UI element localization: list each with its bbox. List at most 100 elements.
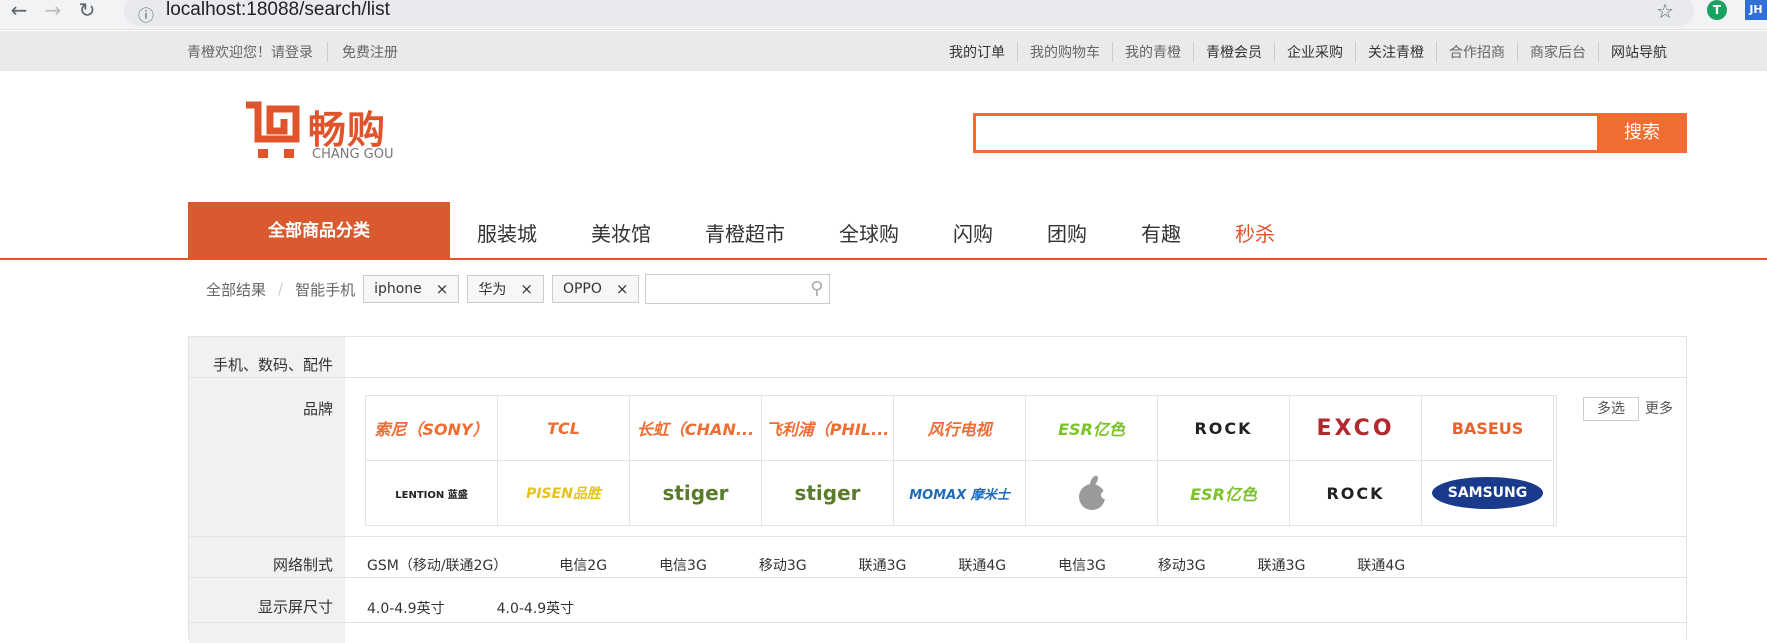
brand-item[interactable]: 长虹（CHAN...	[630, 396, 762, 461]
filter-tag-oppo: OPPO ×	[551, 275, 640, 303]
network-option[interactable]: 电信3G	[659, 555, 707, 575]
search-box: 搜索	[973, 113, 1687, 153]
nav-item-supermarket[interactable]: 青橙超市	[705, 218, 785, 247]
filter-tag-label: iphone	[374, 281, 422, 297]
bookmark-star-icon[interactable]: ☆	[1656, 0, 1674, 23]
login-link[interactable]: 青橙欢迎您！请登录	[187, 42, 327, 62]
top-link-cart[interactable]: 我的购物车	[1017, 42, 1112, 62]
cart-logo-icon	[246, 101, 300, 158]
network-label: 网络制式	[189, 537, 345, 577]
close-icon[interactable]: ×	[616, 280, 629, 298]
more-button[interactable]: 更多	[1645, 398, 1673, 418]
close-icon[interactable]: ×	[436, 280, 449, 298]
nav-item-group[interactable]: 团购	[1047, 218, 1087, 247]
screen-option[interactable]: 4.0-4.9英寸	[367, 598, 445, 618]
brand-item[interactable]: SAMSUNG	[1422, 461, 1554, 526]
brand-item[interactable]: stiger	[762, 461, 894, 526]
top-link-member[interactable]: 青橙会员	[1193, 42, 1274, 62]
network-option[interactable]: 联通3G	[859, 555, 907, 575]
brand-item[interactable]: 索尼（SONY）	[366, 396, 498, 461]
url-text: localhost:18088/search/list	[166, 0, 390, 20]
apple-logo-icon	[1078, 475, 1107, 510]
top-links-bar: 青橙欢迎您！请登录 免费注册 我的订单 我的购物车 我的青橙 青橙会员 企业采购…	[0, 31, 1767, 71]
forward-icon[interactable]: →	[40, 0, 66, 26]
close-icon[interactable]: ×	[520, 280, 533, 298]
network-option[interactable]: GSM（移动/联通2G）	[367, 555, 507, 575]
breadcrumb-root[interactable]: 全部结果	[206, 279, 266, 300]
extension-icon[interactable]: JH	[1745, 0, 1767, 20]
brand-item[interactable]: ROCK	[1290, 461, 1422, 526]
nav-item-fun[interactable]: 有趣	[1141, 218, 1181, 247]
filter-row-screen: 显示屏尺寸 4.0-4.9英寸 4.0-4.9英寸	[189, 578, 1686, 623]
filter-tag-iphone: iphone ×	[363, 275, 460, 303]
top-link-my[interactable]: 我的青橙	[1112, 42, 1193, 62]
filter-row-next	[189, 623, 1686, 643]
search-button[interactable]: 搜索	[1597, 113, 1687, 153]
screen-label: 显示屏尺寸	[189, 578, 345, 622]
brand-grid: 索尼（SONY） TCL 长虹（CHAN... 飞利浦（PHIL... 风行电视…	[365, 395, 1557, 526]
top-link-enterprise[interactable]: 企业采购	[1274, 42, 1355, 62]
brand-item[interactable]: PISEN品胜	[498, 461, 630, 526]
brand-item[interactable]: LENTION 蓝盛	[366, 461, 498, 526]
browser-toolbar: ← → ↻ ⓘ localhost:18088/search/list ☆ T …	[0, 0, 1767, 30]
site-logo[interactable]: 畅购 CHANG GOU	[244, 99, 404, 163]
nav-item-seckill[interactable]: 秒杀	[1235, 218, 1275, 247]
breadcrumb-separator: /	[278, 280, 284, 298]
brand-item[interactable]: stiger	[630, 461, 762, 526]
refine-search-input[interactable]: ⚲	[645, 274, 831, 304]
top-link-sitemap[interactable]: 网站导航	[1598, 42, 1679, 62]
extension-shield-icon[interactable]: T	[1707, 0, 1727, 20]
multi-select-button[interactable]: 多选	[1583, 397, 1639, 421]
nav-item-global[interactable]: 全球购	[839, 218, 899, 247]
nav-item-flash[interactable]: 闪购	[953, 218, 993, 247]
filter-tag-label: OPPO	[562, 281, 602, 297]
filter-row-category: 手机、数码、配件	[189, 337, 1686, 378]
category-nav: 全部商品分类 服装城 美妆馆 青橙超市 全球购 闪购 团购 有趣 秒杀	[0, 202, 1767, 260]
network-option[interactable]: 移动3G	[759, 555, 807, 575]
network-option[interactable]: 移动3G	[1158, 555, 1206, 575]
address-bar[interactable]: ⓘ localhost:18088/search/list ☆	[124, 0, 1694, 26]
filter-tag-label: 华为	[478, 282, 507, 298]
logo-text-en: CHANG GOU	[312, 147, 394, 162]
network-option[interactable]: 电信3G	[1058, 555, 1106, 575]
filter-tag-huawei: 华为 ×	[467, 275, 544, 303]
screen-option[interactable]: 4.0-4.9英寸	[497, 598, 575, 618]
top-links: 我的订单 我的购物车 我的青橙 青橙会员 企业采购 关注青橙 合作招商 商家后台…	[937, 42, 1679, 62]
register-link[interactable]: 免费注册	[327, 42, 412, 62]
brand-item[interactable]: ESR亿色	[1026, 396, 1158, 461]
back-icon[interactable]: ←	[6, 0, 32, 26]
info-icon[interactable]: ⓘ	[138, 2, 154, 26]
top-link-partner[interactable]: 合作招商	[1436, 42, 1517, 62]
network-option[interactable]: 联通4G	[1357, 555, 1405, 575]
brand-item[interactable]: BASEUS	[1422, 396, 1554, 461]
brand-item[interactable]: ESR亿色	[1158, 461, 1290, 526]
top-link-seller[interactable]: 商家后台	[1517, 42, 1598, 62]
breadcrumb: 全部结果 / 智能手机 iphone × 华为 × OPPO × ⚲	[206, 274, 831, 304]
brand-item[interactable]: TCL	[498, 396, 630, 461]
brand-item[interactable]: 风行电视	[894, 396, 1026, 461]
logo-text-cn: 畅购	[308, 108, 387, 152]
filter-row-network: 网络制式 GSM（移动/联通2G） 电信2G 电信3G 移动3G 联通3G 联通…	[189, 537, 1686, 578]
brand-item[interactable]: EXCO	[1290, 396, 1422, 461]
brand-item[interactable]	[1026, 461, 1158, 526]
breadcrumb-current[interactable]: 智能手机	[295, 279, 355, 300]
brand-item[interactable]: 飞利浦（PHIL...	[762, 396, 894, 461]
samsung-logo: SAMSUNG	[1431, 477, 1544, 509]
network-option[interactable]: 电信2G	[559, 555, 607, 575]
top-link-follow[interactable]: 关注青橙	[1355, 42, 1436, 62]
next-row-label	[189, 623, 345, 643]
reload-icon[interactable]: ↻	[74, 0, 100, 26]
category-label[interactable]: 手机、数码、配件	[189, 337, 345, 377]
filter-panel: 手机、数码、配件 品牌 索尼（SONY） TCL 长虹（CHAN... 飞利浦（…	[188, 336, 1687, 643]
network-option[interactable]: 联通3G	[1258, 555, 1306, 575]
nav-item-clothing[interactable]: 服装城	[477, 218, 537, 247]
search-input[interactable]	[976, 116, 1600, 150]
nav-item-beauty[interactable]: 美妆馆	[591, 218, 651, 247]
top-link-orders[interactable]: 我的订单	[937, 42, 1017, 62]
brand-item[interactable]: MOMAX 摩米士	[894, 461, 1026, 526]
network-option[interactable]: 联通4G	[958, 555, 1006, 575]
search-icon[interactable]: ⚲	[810, 278, 823, 299]
brand-label: 品牌	[189, 378, 345, 536]
brand-item[interactable]: ROCK	[1158, 396, 1290, 461]
all-categories-button[interactable]: 全部商品分类	[188, 202, 450, 260]
